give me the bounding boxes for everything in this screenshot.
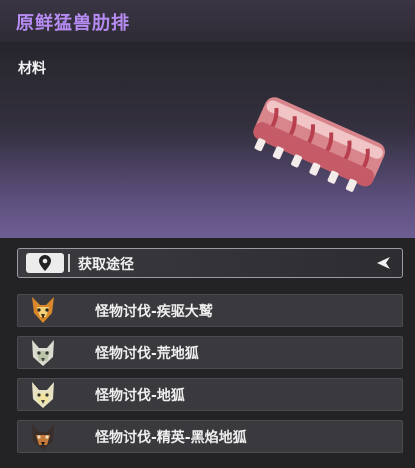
source-label: 获取途径 (78, 257, 134, 273)
collapse-arrow-icon[interactable] (377, 257, 391, 269)
source-toggle-bar[interactable]: 获取途径 (17, 248, 403, 278)
source-item-wasteland-fox[interactable]: 怪物讨伐-荒地狐 (17, 336, 403, 369)
source-item-label: 怪物讨伐-荒地狐 (95, 346, 199, 362)
source-item-label: 怪物讨伐-精英-黑焰地狐 (95, 430, 247, 446)
title-bar: 原鲜猛兽肋排 (0, 0, 415, 43)
wasteland-fox-portrait-icon (32, 340, 54, 366)
map-pin-icon (26, 253, 64, 273)
earth-fox-portrait-icon (32, 382, 54, 408)
source-item-label: 怪物讨伐-地狐 (95, 388, 185, 404)
source-item-earth-fox[interactable]: 怪物讨伐-地狐 (17, 378, 403, 411)
raw-ribs-icon (253, 97, 385, 192)
source-item-vulture[interactable]: 怪物讨伐-疾驱大鹫 (17, 294, 403, 327)
item-category: 材料 (18, 61, 46, 77)
source-item-label: 怪物讨伐-疾驱大鹫 (95, 304, 213, 320)
item-name: 原鲜猛兽肋排 (16, 13, 130, 34)
black-flame-fox-portrait-icon (32, 424, 54, 450)
source-item-black-flame-fox[interactable]: 怪物讨伐-精英-黑焰地狐 (17, 420, 403, 453)
item-detail-panel: 原鲜猛兽肋排 材料 获取途径 怪物讨伐-疾驱大鹫 怪物讨伐-荒地狐 怪物讨伐-地… (0, 0, 415, 468)
item-header: 材料 (0, 42, 415, 238)
vulture-portrait-icon (32, 297, 54, 323)
separator (68, 254, 70, 272)
